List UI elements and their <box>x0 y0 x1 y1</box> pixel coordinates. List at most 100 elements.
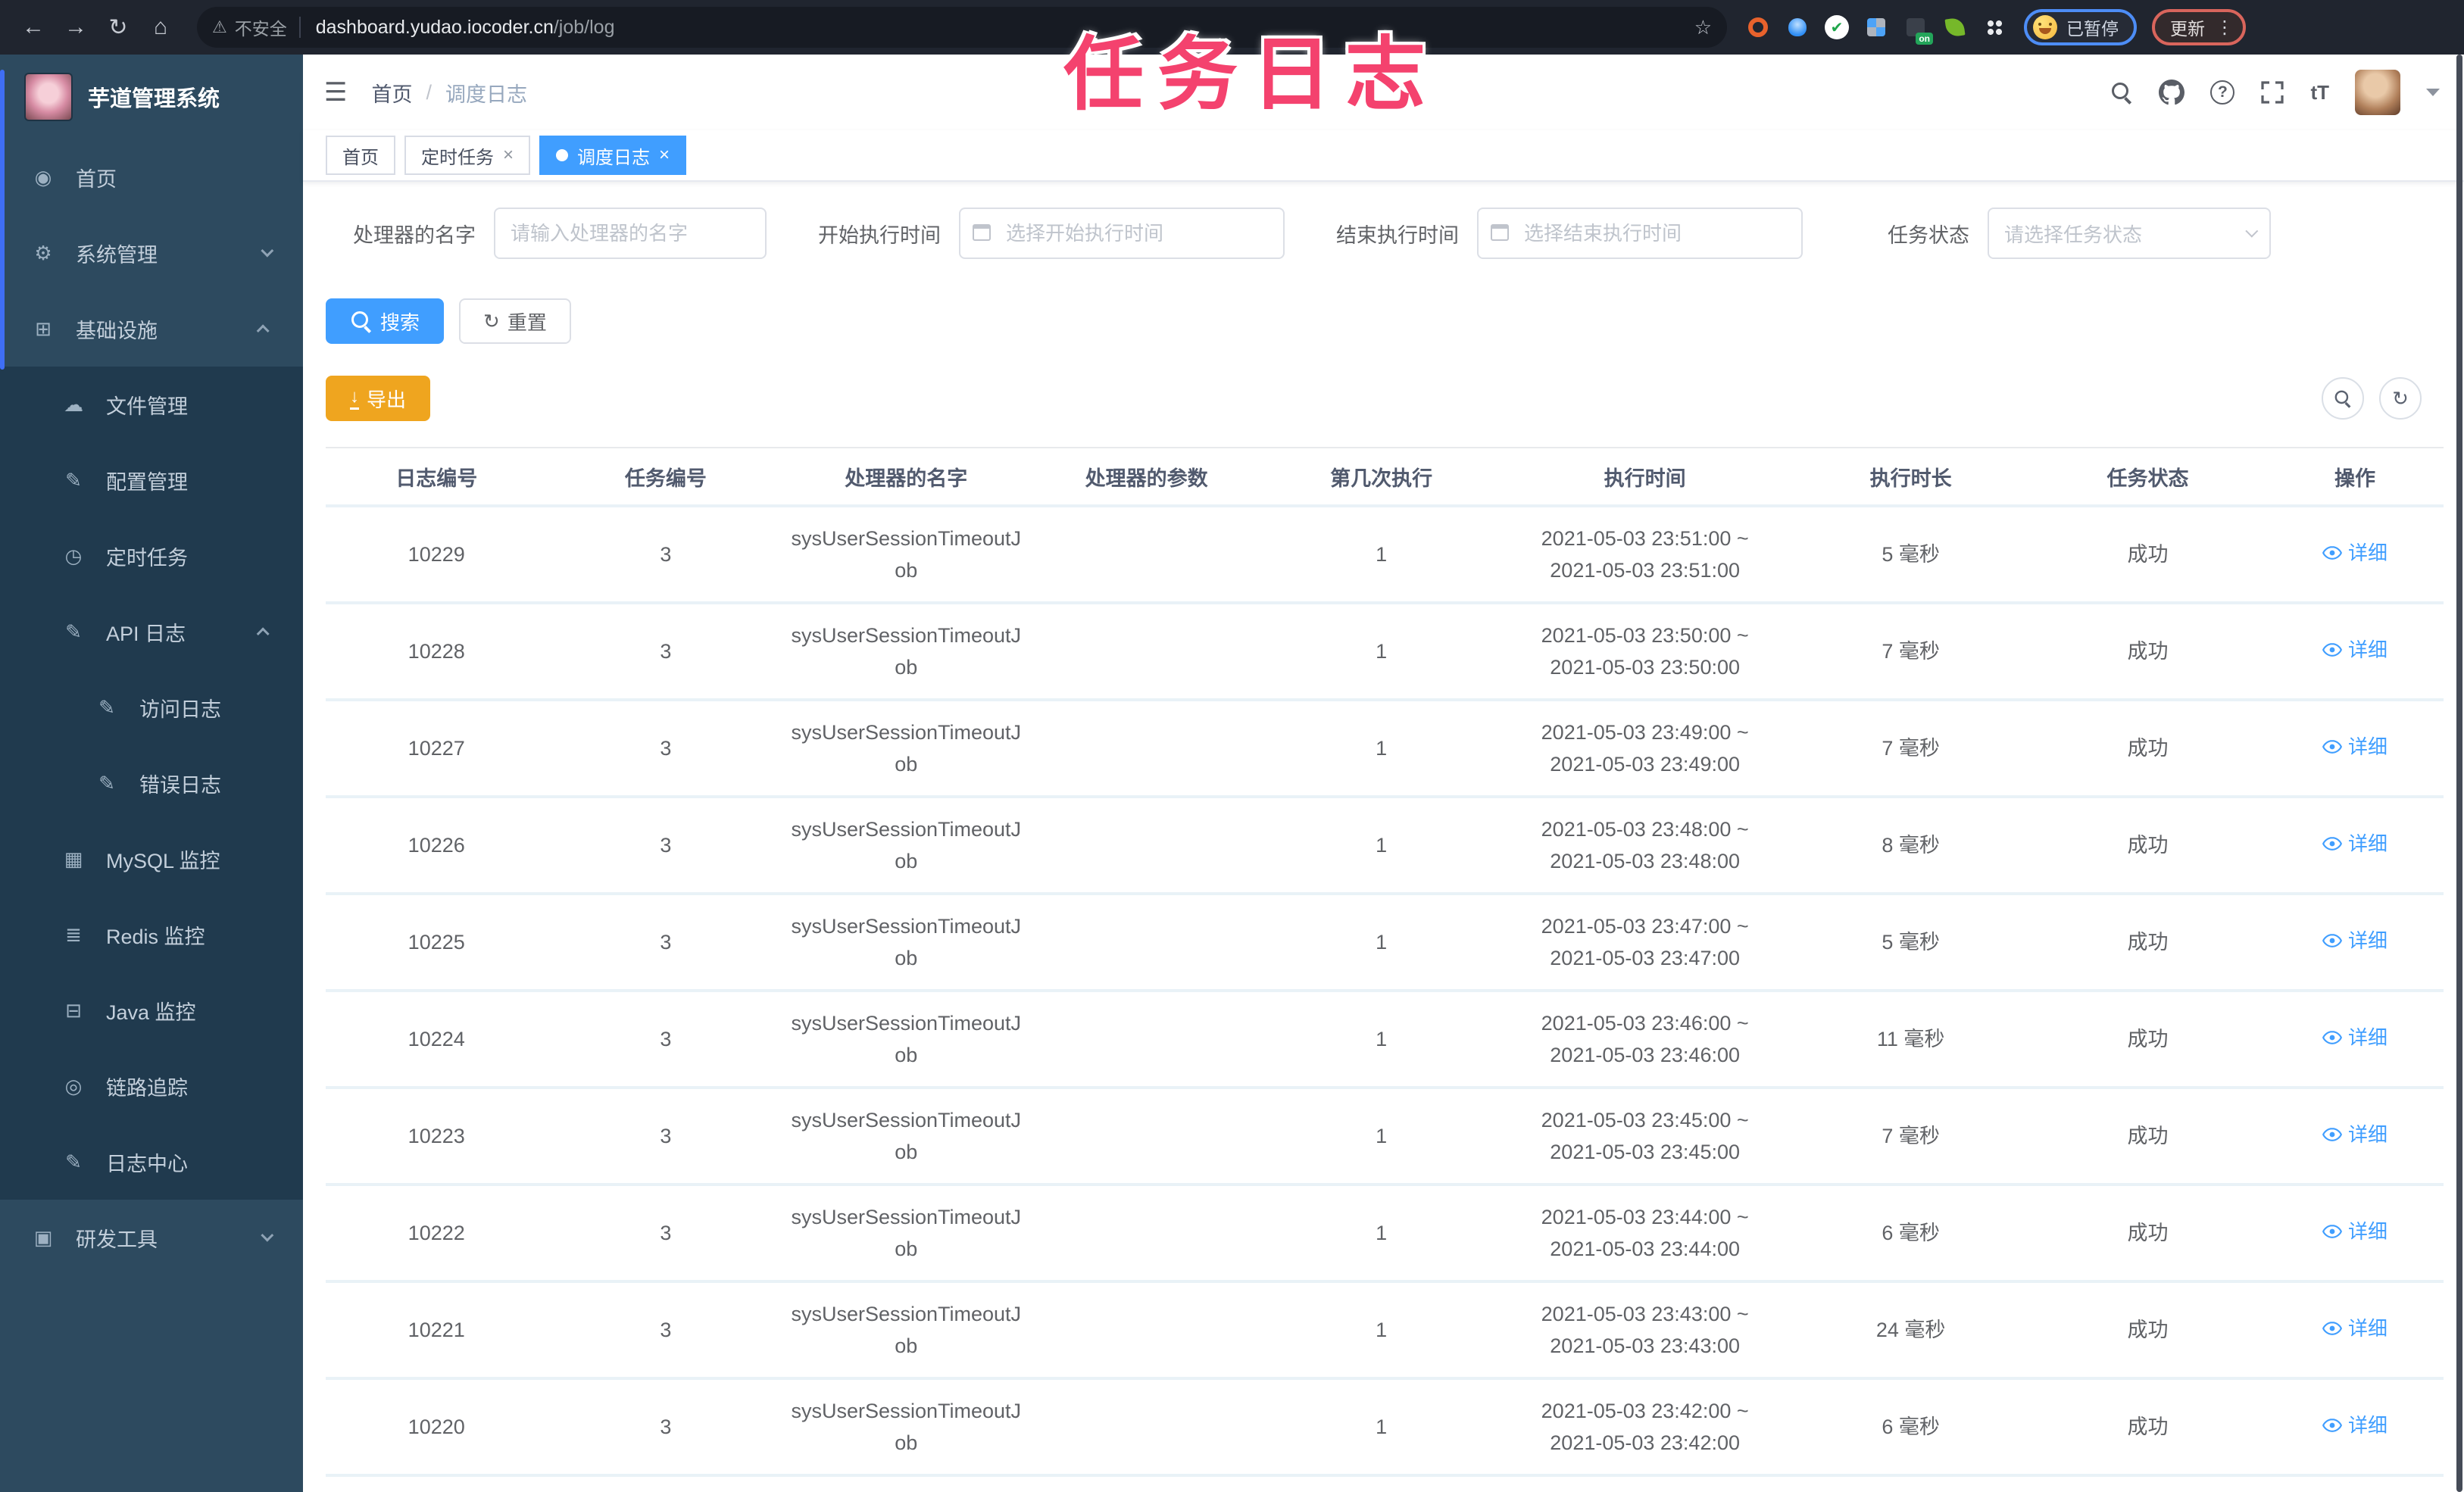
begin-time-input[interactable] <box>959 208 1285 259</box>
table-header-cell: 任务状态 <box>2106 467 2189 490</box>
extension-grid-icon[interactable] <box>1863 14 1889 40</box>
detail-link[interactable]: 详细 <box>2322 537 2387 569</box>
detail-link[interactable]: 详细 <box>2322 1409 2387 1441</box>
tab-job-log[interactable]: 调度日志 × <box>539 136 687 175</box>
app-logo-row[interactable]: 芋道管理系统 <box>0 55 303 139</box>
status-cell: 成功 <box>2127 1125 2169 1147</box>
handler-name-input[interactable] <box>494 208 767 259</box>
sidebar-item[interactable]: ☁ 文件管理 <box>0 367 303 442</box>
breadcrumb-home[interactable]: 首页 <box>371 78 412 108</box>
sidebar-item-label: 定时任务 <box>106 546 188 570</box>
back-icon[interactable]: ← <box>12 6 55 48</box>
hamburger-icon[interactable]: ☰ <box>324 77 347 108</box>
sidebar-item[interactable]: ✎ 访问日志 <box>0 670 303 745</box>
browser-update-button[interactable]: 更新 ⋮ <box>2152 9 2246 45</box>
detail-link[interactable]: 详细 <box>2322 1022 2387 1053</box>
extension-bulb-icon[interactable] <box>1785 14 1810 40</box>
divider <box>298 17 301 38</box>
detail-link[interactable]: 详细 <box>2322 731 2387 763</box>
table-header-cell: 日志编号 <box>395 467 478 490</box>
export-button[interactable]: ↓ 导出 <box>326 376 431 421</box>
end-time-label: 结束执行时间 <box>1336 223 1459 247</box>
task-id-cell: 3 <box>660 640 672 663</box>
forward-icon[interactable]: → <box>55 6 97 48</box>
user-avatar[interactable] <box>2355 70 2400 115</box>
sidebar-item[interactable]: ▣ 研发工具 <box>0 1200 303 1275</box>
handler-name-cell: sysUserSessionTimeoutJob <box>791 1109 1022 1163</box>
action-cell: 详细 <box>2266 731 2444 766</box>
table-row: 10222 3 sysUserSessionTimeoutJob 1 2021-… <box>326 1186 2444 1283</box>
detail-link[interactable]: 详细 <box>2322 1119 2387 1150</box>
log-id-cell: 10225 <box>408 931 465 954</box>
search-icon[interactable] <box>2110 81 2133 104</box>
task-id-cell: 3 <box>660 1416 672 1438</box>
sidebar-item-label: 配置管理 <box>106 470 188 494</box>
sync-paused-label: 已暂停 <box>2066 19 2119 39</box>
github-icon[interactable] <box>2159 80 2185 105</box>
search-button[interactable]: 搜索 <box>326 298 445 344</box>
action-cell: 详细 <box>2266 1022 2444 1057</box>
table-row: 10226 3 sysUserSessionTimeoutJob 1 2021-… <box>326 798 2444 895</box>
tab-home[interactable]: 首页 <box>326 136 395 175</box>
log-id-cell: 10226 <box>408 834 465 857</box>
task-id-cell: 3 <box>660 1028 672 1050</box>
sidebar-item[interactable]: ✎ 配置管理 <box>0 442 303 518</box>
reset-button[interactable]: ↻ 重置 <box>459 298 571 344</box>
security-label: 不安全 <box>234 19 287 39</box>
sidebar-item[interactable]: ▦ MySQL 监控 <box>0 821 303 897</box>
sidebar-item-label: 链路追踪 <box>106 1076 188 1100</box>
eye-icon <box>2322 643 2342 657</box>
sidebar-item[interactable]: ✎ 错误日志 <box>0 745 303 821</box>
active-dot <box>556 149 569 161</box>
sidebar-item[interactable]: ⊟ Java 监控 <box>0 972 303 1048</box>
api-log-icon: ✎ <box>65 620 82 643</box>
fullscreen-icon[interactable] <box>2260 80 2284 105</box>
avatar-caret-icon[interactable] <box>2426 89 2440 96</box>
exec-index-cell: 1 <box>1376 640 1388 663</box>
extension-switch-icon[interactable]: on <box>1903 14 1933 45</box>
toggle-search-button[interactable] <box>2322 377 2364 420</box>
reload-icon[interactable]: ↻ <box>97 6 139 48</box>
extensions-puzzle-icon[interactable] <box>1982 14 2007 40</box>
sidebar-item[interactable]: ⊞ 基础设施 <box>0 291 303 367</box>
duration-cell: 5 毫秒 <box>1882 931 1940 954</box>
job-status-select[interactable]: 请选择任务状态 <box>1988 208 2271 259</box>
detail-link[interactable]: 详细 <box>2322 828 2387 860</box>
detail-link[interactable]: 详细 <box>2322 634 2387 666</box>
eye-icon <box>2322 934 2342 947</box>
sidebar-item[interactable]: ◎ 链路追踪 <box>0 1048 303 1124</box>
sidebar-item[interactable]: ✎ 日志中心 <box>0 1124 303 1200</box>
sidebar-item[interactable]: ⚙ 系统管理 <box>0 215 303 291</box>
extension-orange-ring-icon[interactable] <box>1745 14 1771 40</box>
detail-link[interactable]: 详细 <box>2322 925 2387 957</box>
app-logo <box>24 73 73 121</box>
bookmark-star-icon[interactable]: ☆ <box>1694 16 1712 39</box>
url-path: /job/log <box>553 16 615 38</box>
help-icon[interactable]: ? <box>2210 80 2235 105</box>
font-size-icon[interactable]: tT <box>2310 81 2329 105</box>
sidebar-item[interactable]: ◉ 首页 <box>0 139 303 215</box>
task-id-cell: 3 <box>660 834 672 857</box>
detail-link[interactable]: 详细 <box>2322 1216 2387 1247</box>
extension-green-check-icon[interactable]: ✔ <box>1824 14 1850 40</box>
close-icon[interactable]: × <box>659 145 670 166</box>
sidebar-item[interactable]: ≣ Redis 监控 <box>0 897 303 972</box>
sidebar-item[interactable]: ◷ 定时任务 <box>0 518 303 594</box>
timer-icon: ◷ <box>64 544 83 567</box>
home-icon[interactable]: ⌂ <box>139 6 182 48</box>
kebab-menu-icon[interactable]: ⋮ <box>2216 17 2234 39</box>
end-time-input[interactable] <box>1477 208 1803 259</box>
refresh-table-button[interactable]: ↻ <box>2379 377 2422 420</box>
sidebar-item[interactable]: ✎ API 日志 <box>0 594 303 670</box>
search-icon <box>350 310 373 332</box>
close-icon[interactable]: × <box>503 145 514 166</box>
eye-icon <box>2322 1225 2342 1238</box>
detail-link[interactable]: 详细 <box>2322 1313 2387 1344</box>
address-bar[interactable]: ⚠ 不安全 dashboard.yudao.iocoder.cn /job/lo… <box>197 7 1727 48</box>
browser-profile-chip[interactable]: 已暂停 <box>2024 9 2137 45</box>
page-scrollbar[interactable] <box>2456 55 2462 1492</box>
handler-name-cell: sysUserSessionTimeoutJob <box>791 527 1022 582</box>
extension-leaf-icon[interactable] <box>1942 14 1968 40</box>
tab-scheduled-jobs[interactable]: 定时任务 × <box>404 136 531 175</box>
status-cell: 成功 <box>2127 1222 2169 1244</box>
